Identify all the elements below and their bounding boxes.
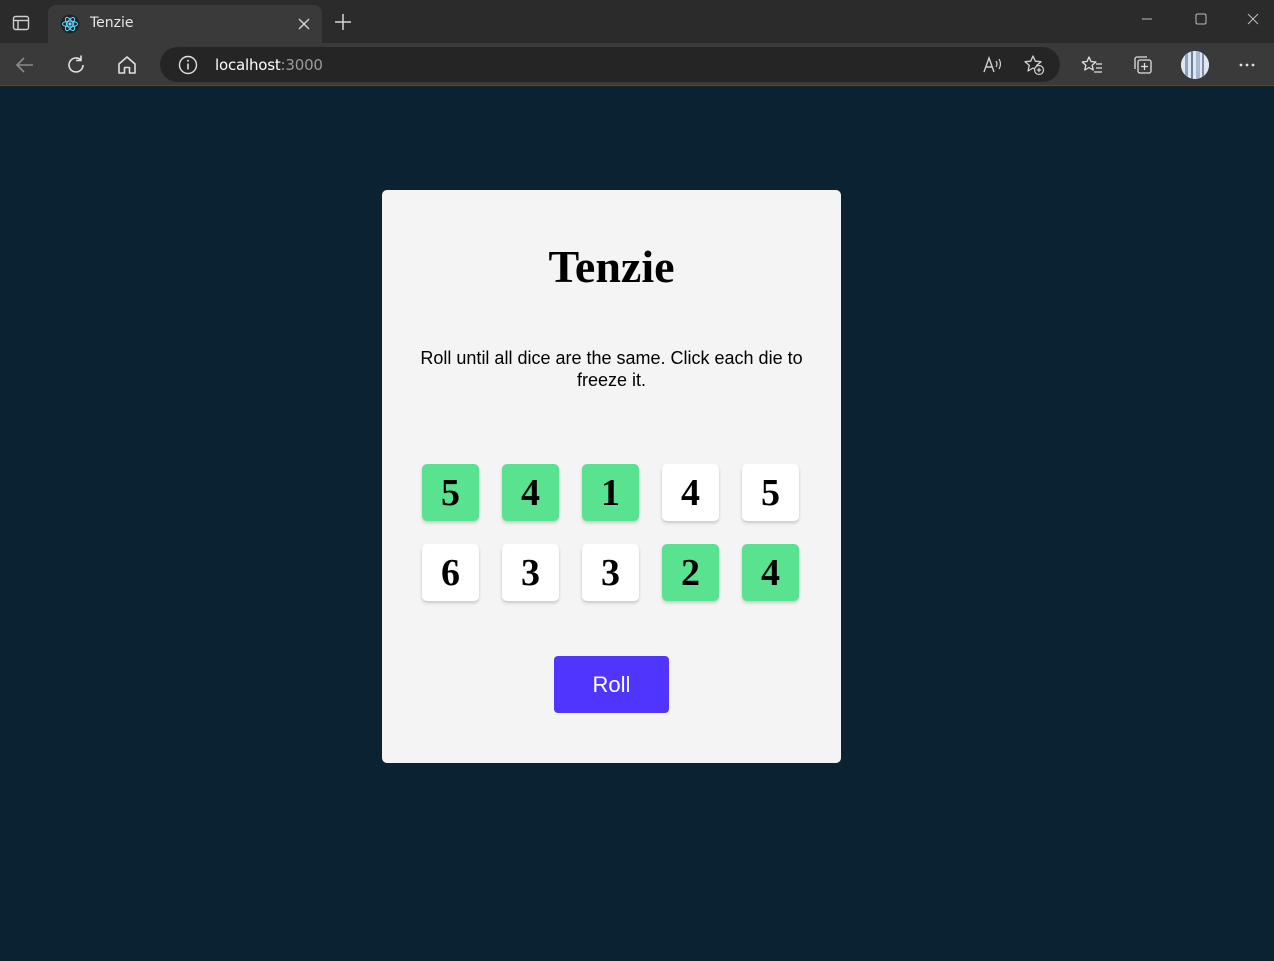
browser-toolbar: localhost:3000: [0, 43, 1274, 86]
react-icon: [60, 14, 80, 34]
collections-icon[interactable]: [1130, 52, 1156, 78]
profile-avatar[interactable]: [1181, 51, 1209, 79]
tenzie-card: Tenzie Roll until all dice are the same.…: [382, 190, 841, 763]
dice-grid: 5 4 1 4 5 6 3 3 2 4: [422, 464, 802, 601]
maximize-icon[interactable]: [1190, 8, 1212, 30]
back-icon[interactable]: [12, 52, 38, 78]
die[interactable]: 6: [422, 544, 479, 601]
address-bar[interactable]: localhost:3000: [160, 47, 1060, 82]
die[interactable]: 3: [582, 544, 639, 601]
add-favorite-icon[interactable]: [1022, 53, 1046, 77]
die-held[interactable]: 1: [582, 464, 639, 521]
browser-chrome: Tenzie localhost:3000: [0, 0, 1274, 87]
die[interactable]: 4: [662, 464, 719, 521]
die-held[interactable]: 5: [422, 464, 479, 521]
die[interactable]: 3: [502, 544, 559, 601]
roll-button[interactable]: Roll: [554, 656, 669, 713]
die-held[interactable]: 4: [502, 464, 559, 521]
close-window-icon[interactable]: [1242, 8, 1264, 30]
url-text[interactable]: localhost:3000: [215, 56, 323, 74]
die-held[interactable]: 2: [662, 544, 719, 601]
tab-strip: Tenzie: [0, 0, 1274, 43]
url-port: :3000: [280, 56, 323, 74]
die-held[interactable]: 4: [742, 544, 799, 601]
url-host: localhost: [215, 56, 281, 74]
home-icon[interactable]: [114, 52, 140, 78]
page-title: Tenzie: [548, 241, 675, 292]
favorites-icon[interactable]: [1079, 52, 1105, 78]
new-tab-icon[interactable]: [332, 11, 354, 33]
refresh-icon[interactable]: [63, 52, 89, 78]
read-aloud-icon[interactable]: [981, 53, 1005, 77]
tab-actions-icon[interactable]: [8, 10, 34, 36]
die[interactable]: 5: [742, 464, 799, 521]
minimize-icon[interactable]: [1136, 8, 1158, 30]
tab-title: Tenzie: [90, 15, 134, 31]
browser-tab[interactable]: Tenzie: [48, 5, 322, 43]
site-info-icon[interactable]: [178, 55, 198, 75]
more-options-icon[interactable]: [1234, 52, 1260, 78]
close-tab-icon[interactable]: [294, 14, 314, 34]
instructions-text: Roll until all dice are the same. Click …: [420, 348, 803, 390]
